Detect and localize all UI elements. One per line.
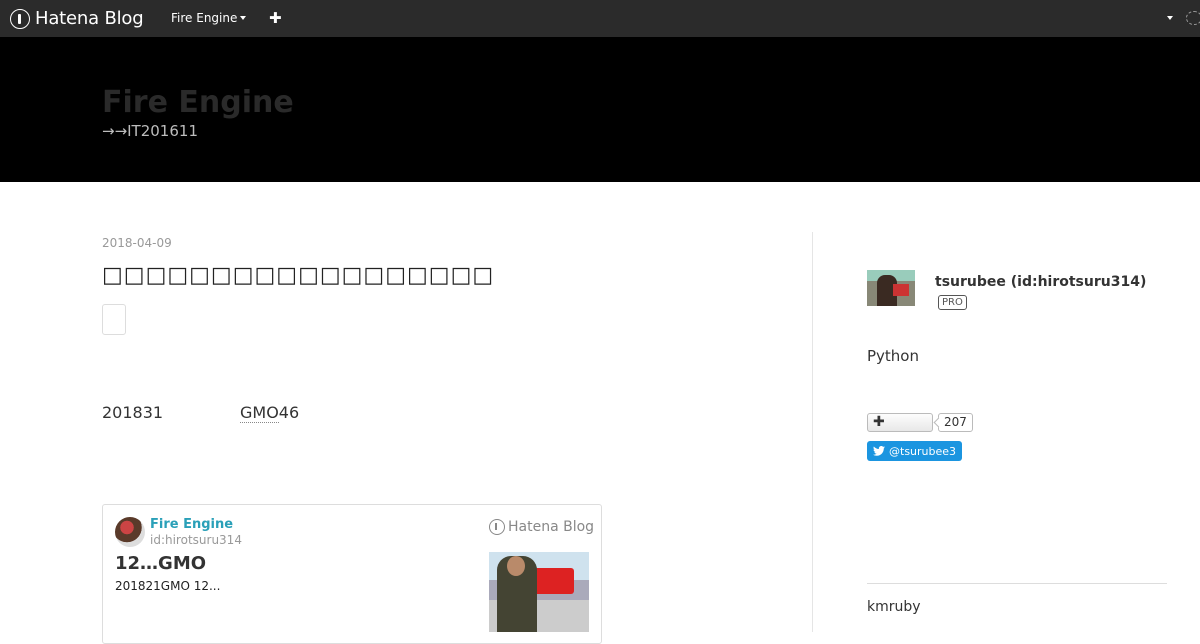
profile-name[interactable]: tsurubee (id:hirotsuru314)	[935, 274, 1146, 290]
embed-title[interactable]: 12…GMO	[115, 553, 206, 574]
hatena-logo-icon	[10, 8, 30, 29]
hatena-logo-icon	[489, 519, 505, 535]
column-divider	[812, 232, 813, 632]
entry-body-text: 201831	[102, 403, 164, 422]
sidebar-divider	[867, 583, 1167, 584]
profile-truck-shape	[893, 284, 909, 296]
pro-badge: PRO	[938, 295, 967, 310]
embed-summary: 201821GMO 12...	[115, 579, 221, 593]
entry-keyword-line: GMO46	[240, 403, 300, 423]
twitter-handle: @tsurubee3	[889, 444, 957, 458]
plus-icon: ✚	[873, 414, 885, 430]
sidebar-section-title: kmruby	[867, 599, 921, 615]
star-button[interactable]	[102, 304, 126, 335]
user-menu-chevron-icon[interactable]	[1167, 16, 1173, 20]
brand-text: Hatena Blog	[35, 8, 144, 29]
embed-thumbnail	[489, 552, 589, 632]
profile-description: Python	[867, 347, 919, 365]
blog-title[interactable]: Fire Engine	[102, 85, 294, 120]
global-header: Hatena Blog Fire Engine ✚	[0, 0, 1200, 37]
new-post-button[interactable]: ✚	[269, 9, 282, 27]
fire-truck-shape	[534, 568, 574, 594]
subscriber-count: 207	[938, 413, 973, 432]
embed-author-id: id:hirotsuru314	[150, 533, 242, 547]
person-head-shape	[507, 556, 525, 576]
twitter-bird-icon	[873, 446, 885, 456]
keyword-suffix: 46	[278, 403, 300, 422]
entry-title[interactable]: □□□□□□□□□□□□□□□□□□	[102, 263, 494, 288]
blog-description: →→IT201611	[102, 122, 198, 140]
embed-logo-text: Hatena Blog	[508, 519, 595, 535]
blog-switcher[interactable]: Fire Engine	[171, 11, 247, 25]
user-avatar-icon[interactable]	[1186, 11, 1200, 25]
chevron-down-icon	[240, 16, 247, 20]
blog-embed-card[interactable]: Fire Engine id:hirotsuru314 Hatena Blog …	[102, 504, 602, 644]
blog-title-banner: Fire Engine →→IT201611	[0, 37, 1200, 182]
subscribe-button[interactable]: ✚	[867, 413, 933, 432]
embed-hatena-logo: Hatena Blog	[489, 519, 594, 535]
hatena-blog-logo[interactable]: Hatena Blog	[10, 7, 144, 30]
twitter-follow-button[interactable]: @tsurubee3	[867, 441, 963, 461]
blog-switcher-label: Fire Engine	[171, 11, 238, 25]
embed-blog-name[interactable]: Fire Engine	[150, 517, 233, 532]
keyword-link[interactable]: GMO	[240, 403, 279, 423]
profile-avatar[interactable]	[867, 270, 915, 306]
entry-date[interactable]: 2018-04-09	[102, 236, 172, 250]
embed-author-avatar	[115, 517, 145, 547]
